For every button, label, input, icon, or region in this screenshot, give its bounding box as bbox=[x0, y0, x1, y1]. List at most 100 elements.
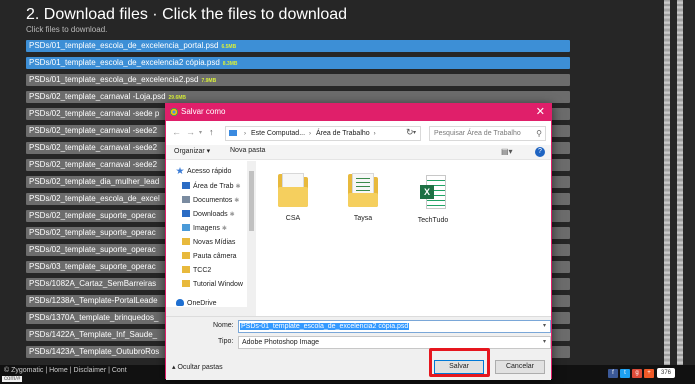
file-name: PSDs/01_template_escola_de_excelencia_po… bbox=[29, 41, 219, 50]
nav-item-label: Novas Mídias bbox=[193, 239, 236, 246]
type-label: Tipo: bbox=[218, 338, 234, 345]
file-name: PSDs/01_template_escola_de_excelencia2.p… bbox=[29, 75, 199, 84]
cancel-button[interactable]: Cancelar bbox=[495, 360, 545, 374]
refresh-icon[interactable]: ↻ bbox=[406, 127, 414, 138]
view-options-icon[interactable]: ▤▾ bbox=[501, 147, 513, 156]
back-icon[interactable]: ← bbox=[172, 127, 181, 137]
folder-icon bbox=[182, 280, 190, 287]
file-name: PSDs/02_template_suporte_operac bbox=[29, 245, 156, 254]
folder-item-taysa[interactable]: Taysa bbox=[338, 167, 388, 235]
file-size: 29.6MB bbox=[168, 95, 187, 101]
nav-item[interactable]: Acesso rápido bbox=[176, 165, 231, 178]
address-bar[interactable]: › Este Computad... › Área de Trabalho › … bbox=[225, 126, 421, 141]
chevron-down-icon: ▾ bbox=[542, 339, 546, 345]
facebook-icon[interactable]: f bbox=[608, 369, 618, 378]
nav-item[interactable]: Tutorial Window bbox=[182, 278, 243, 291]
item-label: Taysa bbox=[353, 215, 373, 222]
file-size: 6.5MB bbox=[221, 44, 237, 50]
navigation-horizontal-scrollbar[interactable] bbox=[166, 307, 256, 316]
file-row[interactable]: PSDs/02_template_carnaval -Loja.psd 29.6M… bbox=[26, 91, 570, 103]
file-type-select[interactable]: Adobe Photoshop Image ▾ bbox=[238, 336, 551, 349]
file-size: 7.9MB bbox=[201, 78, 217, 84]
file-name: PSDs/02_template_escola_de_excel bbox=[29, 194, 160, 203]
dialog-titlebar[interactable]: Salvar como ✕ bbox=[166, 104, 551, 121]
nav-item-label: Imagens bbox=[193, 225, 220, 232]
file-view: CSA Taysa X TechTudo bbox=[258, 161, 551, 315]
folder-item-csa[interactable]: CSA bbox=[268, 167, 318, 235]
file-type-value: Adobe Photoshop Image bbox=[242, 339, 320, 346]
new-folder-button[interactable]: Nova pasta bbox=[230, 147, 265, 154]
dialog-toolbar: Organizar ▾ Nova pasta ▤▾ ? bbox=[166, 145, 551, 160]
nav-item[interactable]: Área de Trab ✱ bbox=[182, 180, 241, 193]
file-row[interactable]: PSDs/01_template_escola_de_excelencia2.p… bbox=[26, 74, 570, 86]
breadcrumb-separator-icon[interactable]: › bbox=[244, 131, 246, 137]
file-row[interactable]: PSDs/01_template_escola_de_excelencia_po… bbox=[26, 40, 570, 52]
search-input[interactable]: Pesquisar Área de Trabalho ⚲ bbox=[429, 126, 546, 141]
search-placeholder: Pesquisar Área de Trabalho bbox=[434, 130, 521, 137]
file-name: PSDs/02_template_suporte_operac bbox=[29, 211, 156, 220]
file-name: PSDs/1082A_Cartaz_SemBarreiras bbox=[29, 279, 157, 288]
nav-item[interactable]: Pauta câmera bbox=[182, 250, 237, 263]
close-icon[interactable]: ✕ bbox=[536, 105, 545, 119]
folder-icon bbox=[348, 173, 378, 211]
file-name-value: PSDs-01_template_escola_de_excelencia2 c… bbox=[240, 323, 410, 330]
file-name: PSDs/02_template_dia_mulher_lead bbox=[29, 177, 160, 186]
file-name-field[interactable]: PSDs-01_template_escola_de_excelencia2 c… bbox=[238, 320, 551, 333]
file-name: PSDs/1423A_Template_OutubroRos bbox=[29, 347, 160, 356]
breadcrumb-separator-icon[interactable]: › bbox=[374, 131, 376, 137]
recent-dropdown-icon[interactable]: ▾ bbox=[199, 129, 202, 136]
breadcrumb-desktop[interactable]: Área de Trabalho bbox=[316, 130, 370, 137]
folder-icon bbox=[182, 266, 190, 273]
navigation-scrollbar[interactable] bbox=[247, 161, 256, 309]
file-name: PSDs/03_template_suporte_operac bbox=[29, 262, 156, 271]
forward-icon[interactable]: → bbox=[186, 127, 195, 137]
status-url: com/# bbox=[2, 376, 23, 382]
nav-item-label: Tutorial Window bbox=[193, 281, 243, 288]
folder-icon bbox=[182, 238, 190, 245]
organize-menu[interactable]: Organizar ▾ bbox=[174, 147, 210, 155]
google-plus-icon[interactable]: g bbox=[632, 369, 642, 378]
file-name: PSDs/01_template_escola_de_excelencia2 c… bbox=[29, 58, 220, 67]
hide-folders-toggle[interactable]: ▴ Ocultar pastas bbox=[172, 363, 223, 371]
breadcrumb-computer[interactable]: Este Computad... bbox=[251, 130, 305, 137]
nav-item[interactable]: TCC2 bbox=[182, 264, 211, 277]
nav-item[interactable]: Downloads ✱ bbox=[182, 208, 235, 221]
file-name: PSDs/1370A_template_brinquedos_ bbox=[29, 313, 159, 322]
star-icon bbox=[176, 167, 184, 174]
file-size: 8.3MB bbox=[222, 61, 238, 67]
nav-item[interactable]: Documentos ✱ bbox=[182, 194, 239, 207]
file-name: PSDs/1422A_Template_Inf_Saude_ bbox=[29, 330, 158, 339]
nav-item[interactable]: Novas Mídias bbox=[182, 236, 235, 249]
nav-item-label: Downloads bbox=[193, 211, 228, 218]
pin-icon: ✱ bbox=[221, 226, 227, 232]
file-item-techtudo[interactable]: X TechTudo bbox=[408, 167, 458, 235]
save-options: Nome: PSDs-01_template_escola_de_excelen… bbox=[166, 316, 551, 380]
nav-item-label: Acesso rápido bbox=[187, 168, 232, 175]
nav-item-label: Área de Trab bbox=[193, 183, 234, 190]
zipper-decoration bbox=[664, 0, 683, 368]
nav-item[interactable]: Imagens ✱ bbox=[182, 222, 227, 235]
share-plus-icon[interactable]: + bbox=[644, 369, 654, 378]
share-count: 376 bbox=[657, 368, 675, 378]
excel-icon: X bbox=[420, 175, 446, 209]
file-name: PSDs/02_template_carnaval -sede2 bbox=[29, 126, 158, 135]
save-as-dialog: Salvar como ✕ ← → ▾ ↑ › Este Computad...… bbox=[165, 103, 552, 380]
nav-item-label: OneDrive bbox=[187, 300, 217, 307]
nav-item-label: TCC2 bbox=[193, 267, 212, 274]
computer-icon bbox=[229, 130, 237, 136]
footer-links[interactable]: © Zygomatic | Home | Disclaimer | Cont bbox=[4, 367, 127, 374]
dialog-title: Salvar como bbox=[181, 107, 226, 116]
documents-icon bbox=[182, 196, 190, 203]
page-subtitle: Click files to download. bbox=[26, 25, 108, 34]
search-icon: ⚲ bbox=[536, 129, 542, 138]
item-label: CSA bbox=[285, 215, 301, 222]
onedrive-icon bbox=[176, 299, 184, 306]
breadcrumb-separator-icon[interactable]: › bbox=[309, 131, 311, 137]
file-row[interactable]: PSDs/01_template_escola_de_excelencia2 c… bbox=[26, 57, 570, 69]
nav-item-label: Pauta câmera bbox=[193, 253, 237, 260]
chevron-down-icon[interactable]: ▾ bbox=[543, 321, 546, 332]
help-icon[interactable]: ? bbox=[535, 147, 545, 157]
up-icon[interactable]: ↑ bbox=[209, 127, 214, 137]
nav-item-label: Documentos bbox=[193, 197, 233, 204]
twitter-icon[interactable]: t bbox=[620, 369, 630, 378]
